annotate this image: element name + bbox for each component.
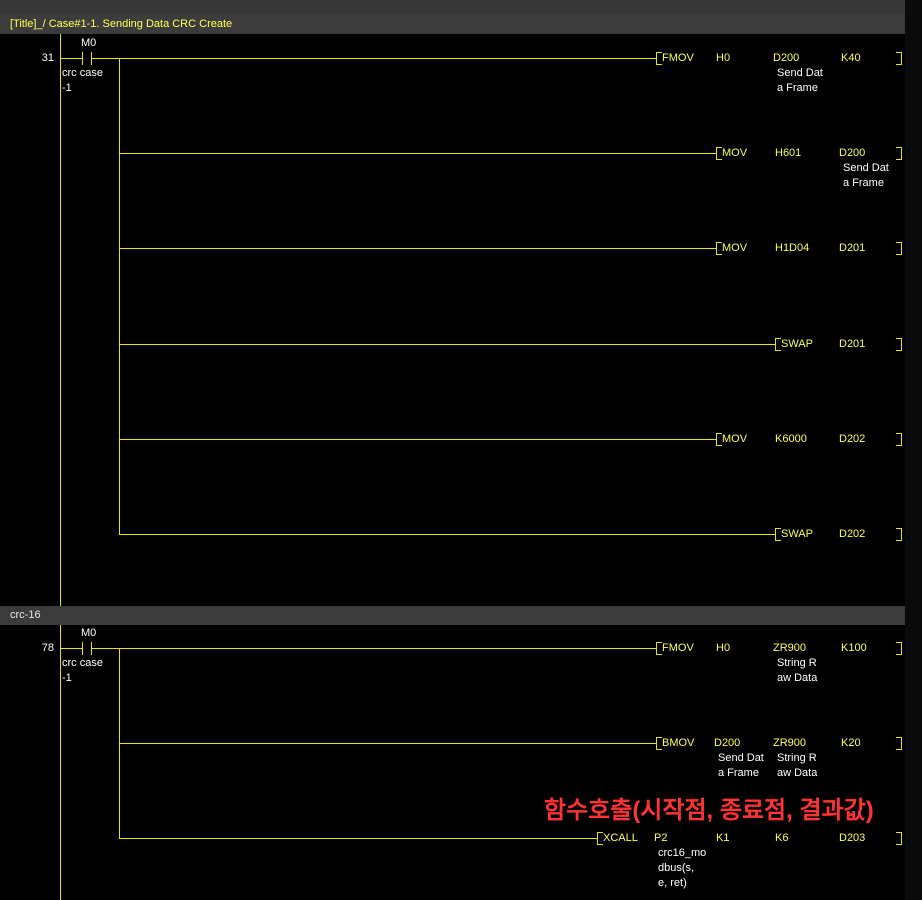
operand-2: K1 bbox=[716, 832, 730, 844]
contact-comment: crc case -1 bbox=[62, 657, 103, 684]
bracket-right bbox=[896, 642, 902, 655]
operand-3: K40 bbox=[841, 52, 861, 64]
wire bbox=[60, 58, 82, 59]
operand-2: D200 bbox=[773, 52, 800, 64]
operand-1: H1D04 bbox=[775, 242, 810, 254]
wire bbox=[119, 743, 656, 744]
operand-1: D202 bbox=[839, 528, 866, 540]
operand-comment: crc16_mo dbus(s, e, ret) bbox=[658, 847, 707, 889]
operand-2: D202 bbox=[839, 433, 866, 445]
step-number: 31 bbox=[41, 52, 54, 64]
operand-3: K20 bbox=[841, 737, 861, 749]
left-power-rail bbox=[60, 34, 61, 606]
opcode: FMOV bbox=[662, 52, 694, 64]
bracket-right bbox=[896, 433, 902, 446]
vertical-scrollbar[interactable] bbox=[905, 0, 922, 900]
wire bbox=[91, 648, 656, 649]
title-block1-text: [Title]_/ Case#1-1. Sending Data CRC Cre… bbox=[10, 18, 233, 30]
operand-2: D201 bbox=[839, 242, 866, 254]
operand-1-comment: Send Dat a Frame bbox=[718, 752, 764, 779]
opcode: SWAP bbox=[781, 338, 813, 350]
operand-1: H0 bbox=[716, 52, 731, 64]
operand-3: K6 bbox=[775, 832, 789, 844]
operand-1: D200 bbox=[714, 737, 741, 749]
title-block2-text: crc-16 bbox=[10, 609, 41, 621]
operand-2: ZR900 bbox=[773, 737, 807, 749]
opcode: FMOV bbox=[662, 642, 694, 654]
operand-comment: String R aw Data bbox=[777, 657, 818, 684]
title-header-block2[interactable]: crc-16 bbox=[0, 606, 905, 625]
operand-comment: Send Dat a Frame bbox=[843, 162, 889, 189]
wire bbox=[119, 344, 775, 345]
opcode: SWAP bbox=[781, 528, 813, 540]
wire bbox=[119, 838, 597, 839]
operand-comment: Send Dat a Frame bbox=[777, 67, 823, 94]
bracket-right bbox=[896, 242, 902, 255]
opcode: MOV bbox=[722, 147, 748, 159]
bracket-right bbox=[896, 52, 902, 65]
window-top-bar bbox=[0, 0, 922, 15]
operand-2: ZR900 bbox=[773, 642, 807, 654]
operand-4: D203 bbox=[839, 832, 866, 844]
opcode: BMOV bbox=[662, 737, 695, 749]
contact-device-label: M0 bbox=[81, 627, 97, 639]
operand-1: K6000 bbox=[775, 433, 807, 445]
function-call-annotation: 함수호출(시작점, 종료점, 결과값) bbox=[544, 797, 874, 824]
opcode: XCALL bbox=[603, 832, 638, 844]
bracket-right bbox=[896, 338, 902, 351]
branch-vertical bbox=[119, 58, 120, 534]
step-number: 78 bbox=[41, 642, 54, 654]
left-power-rail-2 bbox=[60, 625, 61, 900]
wire bbox=[119, 248, 716, 249]
contact-bar-left[interactable] bbox=[82, 642, 83, 655]
opcode: MOV bbox=[722, 242, 748, 254]
wire bbox=[119, 534, 775, 535]
bracket-right bbox=[896, 147, 902, 160]
wire bbox=[119, 439, 716, 440]
operand-1: H601 bbox=[775, 147, 802, 159]
wire bbox=[119, 153, 716, 154]
operand-1: H0 bbox=[716, 642, 731, 654]
wire bbox=[91, 58, 656, 59]
title-header-block1[interactable]: [Title]_/ Case#1-1. Sending Data CRC Cre… bbox=[0, 15, 905, 34]
contact-device-label: M0 bbox=[81, 37, 97, 49]
bracket-right bbox=[896, 528, 902, 541]
contact-bar-left[interactable] bbox=[82, 52, 83, 65]
operand-1: D201 bbox=[839, 338, 866, 350]
operand-1: P2 bbox=[654, 832, 668, 844]
bracket-right bbox=[896, 737, 902, 750]
wire bbox=[60, 648, 82, 649]
operand-3: K100 bbox=[841, 642, 867, 654]
opcode: MOV bbox=[722, 433, 748, 445]
operand-2-comment: String R aw Data bbox=[777, 752, 818, 779]
contact-comment: crc case -1 bbox=[62, 67, 103, 94]
bracket-right bbox=[896, 832, 902, 845]
operand-2: D200 bbox=[839, 147, 866, 159]
